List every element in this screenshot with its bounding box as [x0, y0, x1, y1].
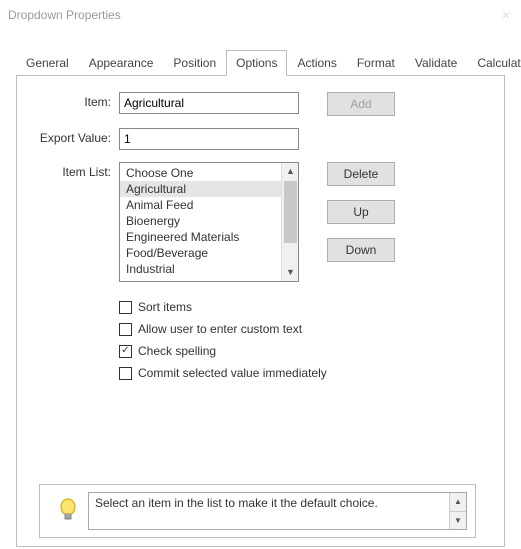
- spin-up-icon[interactable]: ▲: [450, 493, 466, 511]
- lightbulb-icon: [48, 498, 88, 524]
- hint-box: Select an item in the list to make it th…: [39, 484, 476, 538]
- list-item[interactable]: Choose One: [120, 165, 282, 181]
- down-button[interactable]: Down: [327, 238, 395, 262]
- tab-appearance[interactable]: Appearance: [79, 50, 164, 75]
- tab-calculate[interactable]: Calculate: [467, 50, 521, 75]
- check-spelling-checkbox[interactable]: ✓: [119, 345, 132, 358]
- export-value-label: Export Value:: [33, 128, 119, 145]
- tab-general[interactable]: General: [16, 50, 79, 75]
- options-panel: Item: Add Export Value: Item List: Choos…: [16, 75, 505, 547]
- scroll-thumb[interactable]: [284, 181, 297, 243]
- item-label: Item:: [33, 92, 119, 109]
- titlebar: Dropdown Properties ×: [0, 0, 521, 30]
- export-value-input[interactable]: [119, 128, 299, 150]
- scroll-down-icon[interactable]: ▼: [282, 264, 299, 281]
- list-item[interactable]: Agricultural: [120, 181, 282, 197]
- hint-text: Select an item in the list to make it th…: [89, 493, 449, 529]
- list-item[interactable]: Industrial: [120, 261, 282, 277]
- tab-options[interactable]: Options: [226, 50, 287, 76]
- delete-button[interactable]: Delete: [327, 162, 395, 186]
- commit-immediate-checkbox[interactable]: [119, 367, 132, 380]
- scroll-up-icon[interactable]: ▲: [282, 163, 299, 180]
- tab-actions[interactable]: Actions: [287, 50, 346, 75]
- item-list-label: Item List:: [33, 162, 119, 179]
- list-item[interactable]: Engineered Materials: [120, 229, 282, 245]
- up-button[interactable]: Up: [327, 200, 395, 224]
- hint-spinner[interactable]: ▲ ▼: [449, 493, 466, 529]
- tab-position[interactable]: Position: [163, 50, 226, 75]
- tab-validate[interactable]: Validate: [405, 50, 467, 75]
- tab-format[interactable]: Format: [347, 50, 405, 75]
- add-button[interactable]: Add: [327, 92, 395, 116]
- sort-items-label: Sort items: [138, 300, 192, 314]
- list-item[interactable]: Bioenergy: [120, 213, 282, 229]
- window-title: Dropdown Properties: [8, 8, 121, 22]
- sort-items-checkbox[interactable]: [119, 301, 132, 314]
- list-scrollbar[interactable]: ▲ ▼: [281, 163, 298, 281]
- list-item[interactable]: Animal Feed: [120, 197, 282, 213]
- allow-custom-label: Allow user to enter custom text: [138, 322, 302, 336]
- hint-text-box: Select an item in the list to make it th…: [88, 492, 467, 530]
- spin-down-icon[interactable]: ▼: [450, 511, 466, 530]
- item-list-box[interactable]: Choose OneAgriculturalAnimal FeedBioener…: [119, 162, 299, 282]
- commit-immediate-label: Commit selected value immediately: [138, 366, 327, 380]
- allow-custom-checkbox[interactable]: [119, 323, 132, 336]
- close-icon[interactable]: ×: [497, 6, 515, 24]
- item-input[interactable]: [119, 92, 299, 114]
- check-spelling-label: Check spelling: [138, 344, 216, 358]
- list-item[interactable]: Food/Beverage: [120, 245, 282, 261]
- tab-bar: GeneralAppearancePositionOptionsActionsF…: [16, 50, 521, 75]
